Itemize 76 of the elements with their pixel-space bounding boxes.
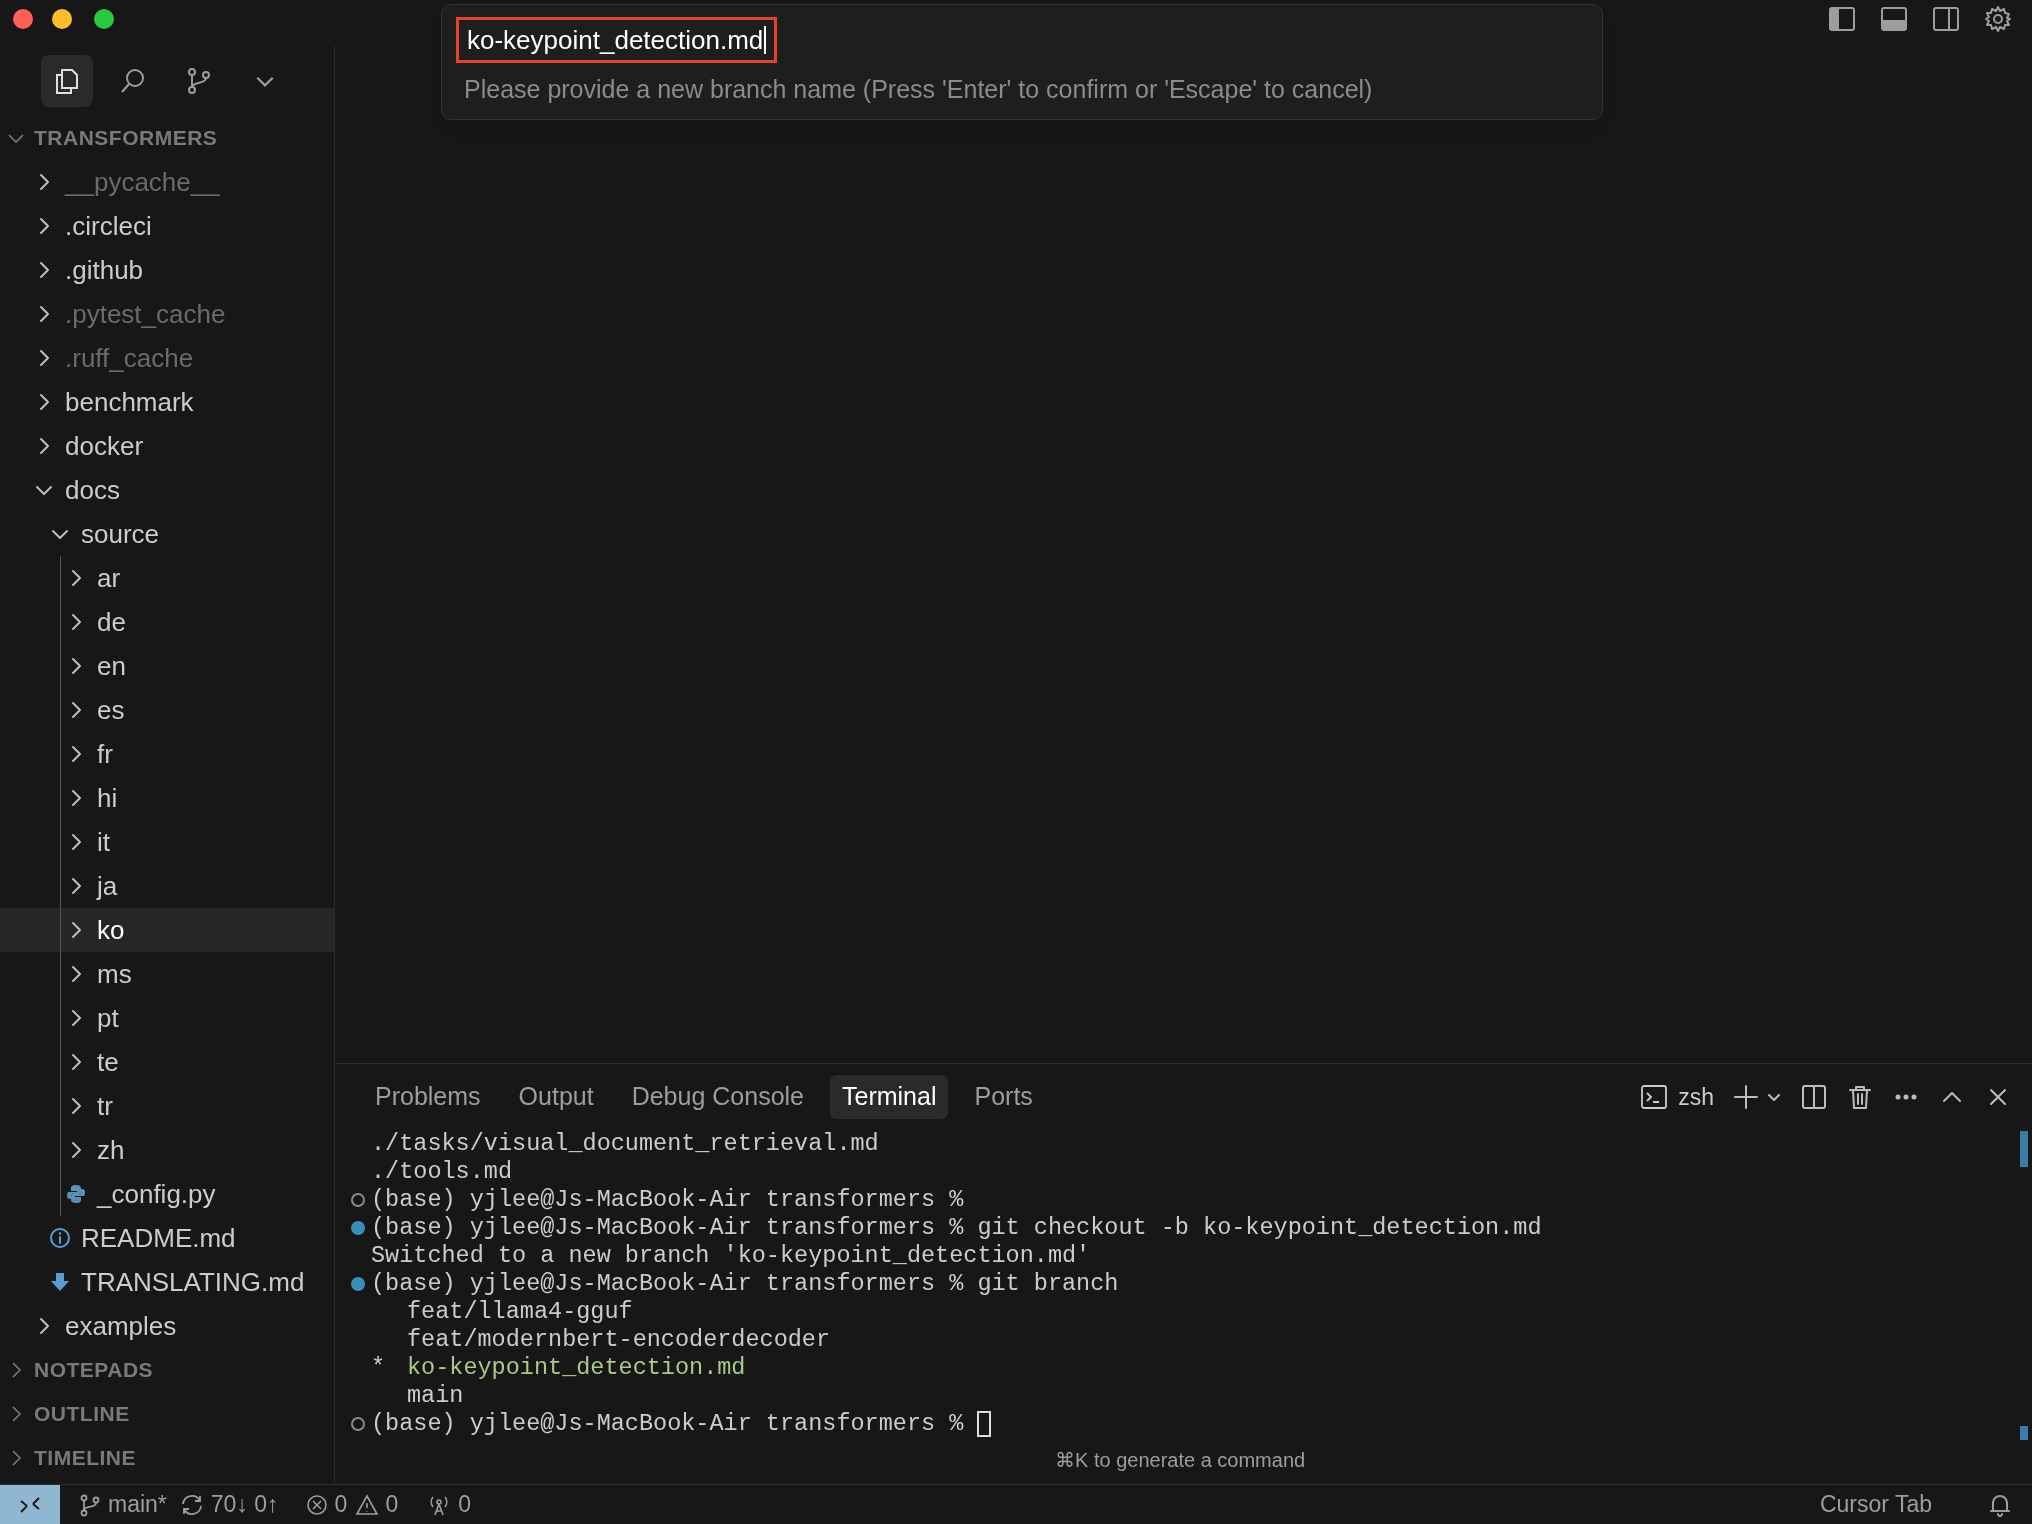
shell-selector[interactable]: zsh: [1640, 1079, 1714, 1115]
warnings-status[interactable]: 0: [355, 1487, 399, 1522]
tree-item[interactable]: zh: [0, 1128, 334, 1172]
split-terminal-icon[interactable]: [1800, 1083, 1828, 1111]
tree-item[interactable]: .github: [0, 248, 334, 292]
tree-item[interactable]: ms: [0, 952, 334, 996]
section-header[interactable]: OUTLINE: [0, 1392, 334, 1436]
python-file-icon: [65, 1183, 87, 1205]
scrollbar-marker: [2020, 1131, 2028, 1167]
section-header[interactable]: NOTEPADS: [0, 1348, 334, 1392]
tree-item[interactable]: ja: [0, 864, 334, 908]
tree-item[interactable]: ar: [0, 556, 334, 600]
tree-item[interactable]: TRANSLATING.md: [0, 1260, 334, 1304]
panel-tab[interactable]: Output: [506, 1075, 606, 1119]
scrollbar-marker: [2020, 1426, 2028, 1440]
tree-item[interactable]: fr: [0, 732, 334, 776]
tree-item[interactable]: source: [0, 512, 334, 556]
tree-item[interactable]: pt: [0, 996, 334, 1040]
tree-item[interactable]: examples: [0, 1304, 334, 1348]
panel-layout-icon[interactable]: [1880, 5, 1908, 33]
tree-item[interactable]: docker: [0, 424, 334, 468]
input-message: Please provide a new branch name (Press 'Enter' to confirm or 'Escape' to cancel): [464, 74, 1373, 105]
errors-status[interactable]: 0: [304, 1487, 348, 1522]
terminal-line: (base) yjlee@Js-MacBook-Air transformers %: [371, 1409, 964, 1440]
warnings-icon: [355, 1492, 380, 1517]
tree-item[interactable]: _config.py: [0, 1172, 334, 1216]
trash-icon[interactable]: [1846, 1083, 1874, 1111]
terminal-icon: [1640, 1083, 1669, 1111]
close-window-icon[interactable]: [13, 9, 33, 29]
download-icon: [49, 1271, 71, 1293]
terminal-line: feat/modernbert-encoderdecoder: [407, 1325, 831, 1356]
branch-status[interactable]: main*: [78, 1487, 167, 1522]
terminal-line: (base) yjlee@Js-MacBook-Air transformers %: [371, 1185, 964, 1216]
branch-marker: *: [371, 1353, 387, 1384]
tree-item[interactable]: es: [0, 688, 334, 732]
sidebar-layout-icon[interactable]: [1828, 5, 1856, 33]
settings-icon[interactable]: [1984, 5, 2012, 33]
terminal-line: main: [407, 1381, 464, 1412]
terminal-line: ./tasks/visual_document_retrieval.md: [371, 1129, 879, 1160]
terminal-line: (base) yjlee@Js-MacBook-Air transformers % git checkout -b ko-keypoint_detection.md: [371, 1213, 1542, 1244]
ports-status[interactable]: 0: [426, 1487, 471, 1522]
cursor-tab-status[interactable]: Cursor Tab: [1819, 1487, 1932, 1522]
minimize-window-icon[interactable]: [52, 9, 72, 29]
terminal-line: ko-keypoint_detection.md: [407, 1353, 746, 1384]
terminal-line: feat/llama4-gguf: [407, 1297, 633, 1328]
tree-item[interactable]: .circleci: [0, 204, 334, 248]
tree-item[interactable]: hi: [0, 776, 334, 820]
section-header[interactable]: TIMELINE: [0, 1436, 334, 1480]
tree-item[interactable]: docs: [0, 468, 334, 512]
explorer-icon[interactable]: [41, 55, 93, 107]
remote-button[interactable]: [0, 1484, 60, 1524]
errors-icon: [304, 1492, 329, 1517]
tree-item[interactable]: tr: [0, 1084, 334, 1128]
input-field[interactable]: ko-keypoint_detection.md: [456, 17, 778, 63]
terminal-line: ./tools.md: [371, 1157, 513, 1188]
panel-tab[interactable]: Terminal: [830, 1075, 949, 1119]
sync-status[interactable]: 70↓ 0↑: [178, 1487, 279, 1522]
secondary-sidebar-layout-icon[interactable]: [1932, 5, 1960, 33]
plus-icon[interactable]: [1732, 1083, 1760, 1111]
tree-item[interactable]: te: [0, 1040, 334, 1084]
tree-item[interactable]: README.md: [0, 1216, 334, 1260]
terminal-hint: ⌘K to generate a command: [1055, 1448, 1306, 1473]
tree-item[interactable]: en: [0, 644, 334, 688]
tree-item[interactable]: ko: [0, 908, 334, 952]
tree-item[interactable]: benchmark: [0, 380, 334, 424]
maximize-window-icon[interactable]: [94, 9, 114, 29]
panel-tab[interactable]: Debug Console: [619, 1075, 816, 1119]
terminal-line: Switched to a new branch 'ko-keypoint_detection.md': [371, 1241, 1091, 1272]
terminal-line: (base) yjlee@Js-MacBook-Air transformers % git branch: [371, 1269, 1119, 1300]
branch-icon: [78, 1492, 102, 1517]
panel-tab[interactable]: Ports: [962, 1075, 1045, 1119]
info-icon: [49, 1227, 71, 1249]
tree-item[interactable]: it: [0, 820, 334, 864]
tree-item[interactable]: de: [0, 600, 334, 644]
section-header[interactable]: TRANSFORMERS: [0, 116, 334, 160]
panel-tab[interactable]: Problems: [363, 1075, 493, 1119]
